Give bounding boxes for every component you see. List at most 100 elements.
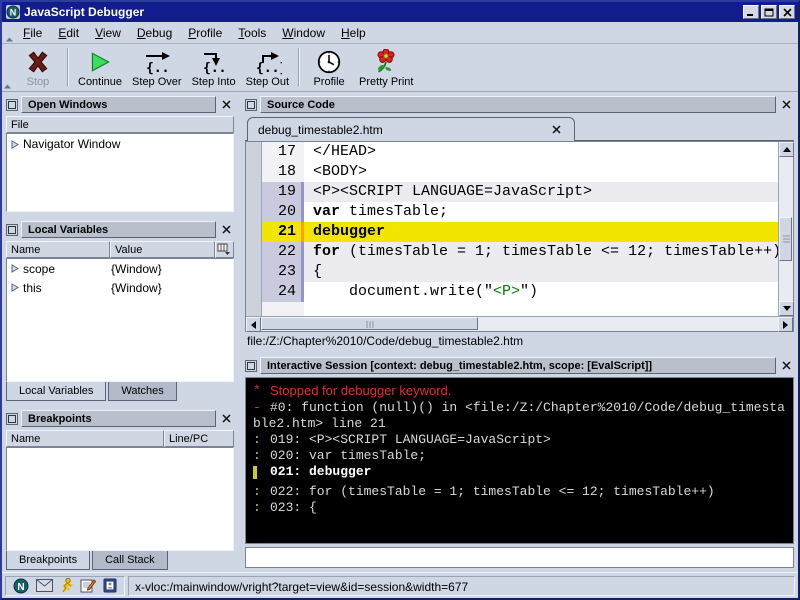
menu-window[interactable]: Window	[274, 23, 333, 43]
variable-row-scope[interactable]: scope{Window}	[7, 259, 233, 278]
twisty-icon[interactable]	[11, 283, 19, 292]
interactive-session-title[interactable]: Interactive Session [context: debug_time…	[260, 357, 776, 374]
menu-file[interactable]: File	[15, 23, 50, 43]
splitter-handle[interactable]	[243, 348, 796, 355]
variables-tab-local-variables[interactable]: Local Variables	[6, 382, 106, 401]
line-number: 22	[262, 242, 304, 262]
scroll-left-icon[interactable]	[246, 317, 261, 332]
menu-edit[interactable]: Edit	[50, 23, 87, 43]
tab-close-icon[interactable]	[549, 122, 564, 137]
menu-help[interactable]: Help	[333, 23, 374, 43]
float-panel-icon[interactable]	[6, 224, 18, 236]
navigator-icon[interactable]: N	[13, 578, 29, 594]
source-line-19[interactable]: 19<P><SCRIPT LANGUAGE=JavaScript>	[246, 182, 778, 202]
breakpoints-tab-breakpoints[interactable]: Breakpoints	[6, 551, 90, 570]
line-number: 23	[262, 262, 304, 282]
source-line-22[interactable]: 22for (timesTable = 1; timesTable <= 12;…	[246, 242, 778, 262]
variables-tab-watches[interactable]: Watches	[108, 382, 176, 401]
menubar-grippy[interactable]	[4, 22, 15, 43]
source-line-23[interactable]: 23{	[246, 262, 778, 282]
breakpoint-margin[interactable]	[246, 202, 262, 222]
mail-icon[interactable]	[36, 579, 53, 592]
splitter-handle[interactable]	[4, 401, 236, 408]
column-header-name[interactable]: Name	[6, 430, 164, 447]
float-panel-icon[interactable]	[245, 99, 257, 111]
source-line-18[interactable]: 18<BODY>	[246, 162, 778, 182]
variable-name-label: this	[23, 281, 42, 295]
scrollbar-track[interactable]	[779, 157, 793, 301]
minimize-button[interactable]	[743, 5, 759, 19]
scroll-right-icon[interactable]	[778, 317, 793, 332]
menu-tools[interactable]: Tools	[230, 23, 274, 43]
vertical-splitter-handle[interactable]	[236, 94, 243, 570]
scrollbar-thumb[interactable]	[261, 317, 478, 330]
close-icon[interactable]	[219, 411, 234, 426]
variable-name: scope	[7, 262, 111, 276]
local-variables-title[interactable]: Local Variables	[21, 221, 216, 238]
splitter-handle[interactable]	[4, 212, 236, 219]
scrollbar-thumb[interactable]	[779, 217, 792, 261]
scroll-down-icon[interactable]	[779, 301, 794, 316]
breakpoint-margin[interactable]	[246, 262, 262, 282]
menu-profile[interactable]: Profile	[180, 23, 230, 43]
source-line-20[interactable]: 20var timesTable;	[246, 202, 778, 222]
close-icon[interactable]	[779, 358, 794, 373]
breakpoint-margin[interactable]	[246, 282, 262, 302]
column-header-linepc[interactable]: Line/PC	[164, 430, 234, 447]
step-out-button[interactable]: {..}Step Out	[241, 45, 294, 90]
source-code-title[interactable]: Source Code	[260, 96, 776, 113]
step-into-button[interactable]: {...}Step Into	[187, 45, 241, 90]
source-file-tab[interactable]: debug_timestable2.htm	[247, 117, 575, 141]
breakpoint-margin[interactable]	[246, 162, 262, 182]
source-line-24[interactable]: 24 document.write("<P>")	[246, 282, 778, 302]
toolbar-grippy[interactable]	[2, 45, 13, 90]
continue-button[interactable]: Continue	[73, 45, 127, 90]
close-icon[interactable]	[219, 222, 234, 237]
source-line-17[interactable]: 17</HEAD>	[246, 142, 778, 162]
list-item-navigator-window[interactable]: Navigator Window	[7, 134, 233, 151]
twisty-icon[interactable]	[11, 140, 19, 149]
profile-button[interactable]: Profile	[304, 45, 354, 90]
addressbook-icon[interactable]	[103, 578, 117, 593]
scroll-up-icon[interactable]	[779, 142, 794, 157]
twisty-icon[interactable]	[11, 264, 19, 273]
menu-debug[interactable]: Debug	[129, 23, 180, 43]
local-variables-panel: Local Variables Name Value scope{Window}…	[4, 219, 236, 401]
breakpoints-title[interactable]: Breakpoints	[21, 410, 216, 427]
source-line-21[interactable]: 21debugger	[246, 222, 778, 242]
column-picker-icon[interactable]	[215, 241, 234, 258]
float-panel-icon[interactable]	[6, 99, 18, 111]
local-variables-tabs: Local VariablesWatches	[6, 382, 234, 401]
variable-row-this[interactable]: this {Window}	[7, 278, 233, 297]
float-panel-icon[interactable]	[245, 360, 257, 372]
open-windows-title[interactable]: Open Windows	[21, 96, 216, 113]
breakpoints-tab-call-stack[interactable]: Call Stack	[92, 551, 168, 570]
column-header-file[interactable]: File	[6, 116, 234, 133]
close-button[interactable]	[779, 5, 795, 19]
breakpoint-margin[interactable]	[246, 222, 262, 242]
scrollbar-track[interactable]	[261, 317, 778, 331]
pretty-print-button[interactable]: Pretty Print	[354, 45, 418, 90]
composer-icon[interactable]	[80, 578, 96, 593]
aim-icon[interactable]	[60, 578, 73, 593]
breakpoint-margin[interactable]	[246, 182, 262, 202]
console-output[interactable]: *Stopped for debugger keyword.-#0: funct…	[245, 377, 794, 544]
close-icon[interactable]	[779, 97, 794, 112]
breakpoint-margin[interactable]	[246, 142, 262, 162]
close-icon[interactable]	[219, 97, 234, 112]
open-windows-columns: File	[6, 116, 234, 133]
column-header-name[interactable]: Name	[6, 241, 110, 258]
vertical-scrollbar[interactable]	[778, 142, 793, 316]
variable-value: {Window}	[111, 281, 233, 295]
menu-view[interactable]: View	[87, 23, 129, 43]
step-over-button[interactable]: {...}Step Over	[127, 45, 187, 90]
console-prefix: :	[253, 500, 270, 516]
maximize-button[interactable]	[761, 5, 777, 19]
horizontal-scrollbar[interactable]	[246, 316, 793, 331]
column-header-value[interactable]: Value	[110, 241, 215, 258]
code-text: var timesTable;	[304, 202, 778, 222]
breakpoint-margin[interactable]	[246, 242, 262, 262]
console-text: 021: debugger	[270, 464, 371, 479]
float-panel-icon[interactable]	[6, 413, 18, 425]
console-input[interactable]	[245, 547, 794, 568]
